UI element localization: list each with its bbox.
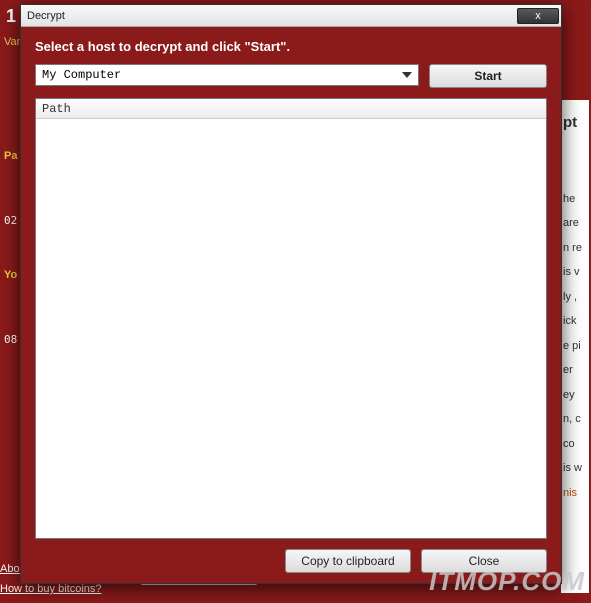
bg-pt: pt bbox=[563, 112, 587, 135]
host-selected-value: My Computer bbox=[42, 68, 402, 82]
path-column-header[interactable]: Path bbox=[36, 99, 546, 119]
dialog-title: Decrypt bbox=[27, 10, 517, 22]
chevron-down-icon bbox=[402, 72, 412, 78]
dialog-titlebar[interactable]: Decrypt x bbox=[21, 5, 561, 27]
bg-right-panel: pt he are n re is v ly , ick e pi er ey … bbox=[561, 100, 589, 593]
decrypt-dialog: Decrypt x Select a host to decrypt and c… bbox=[20, 4, 562, 584]
instruction-text: Select a host to decrypt and click "Star… bbox=[35, 39, 547, 54]
dialog-body: Select a host to decrypt and click "Star… bbox=[21, 27, 561, 583]
howto-link[interactable]: How to buy bitcoins? bbox=[0, 583, 102, 595]
watermark-text: ITMOP.COM bbox=[429, 566, 585, 597]
host-combobox[interactable]: My Computer bbox=[35, 64, 419, 86]
path-list-body bbox=[36, 119, 546, 538]
copy-to-clipboard-button[interactable]: Copy to clipboard bbox=[285, 549, 411, 573]
path-listview[interactable]: Path bbox=[35, 98, 547, 539]
titlebar-close-button[interactable]: x bbox=[517, 8, 559, 24]
start-button[interactable]: Start bbox=[429, 64, 547, 88]
